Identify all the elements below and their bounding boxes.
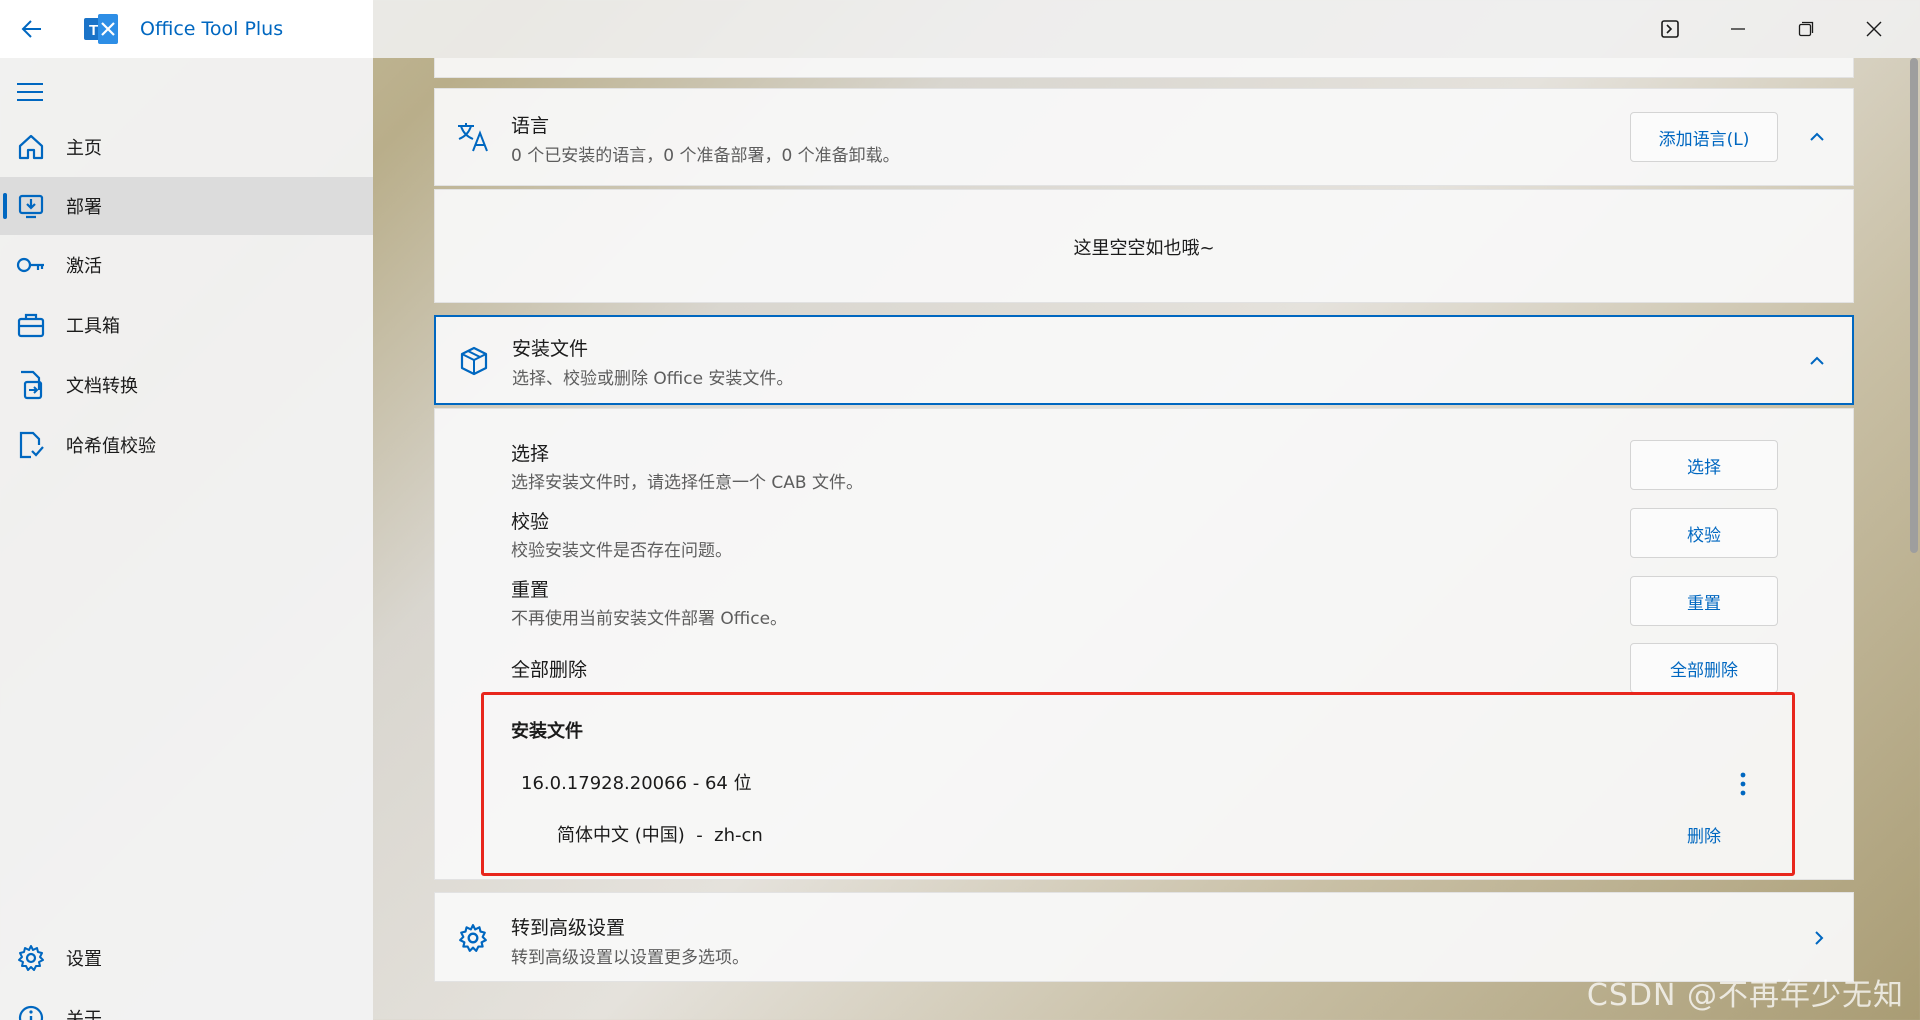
verify-button[interactable]: 校验 — [1630, 508, 1778, 558]
advanced-settings-title: 转到高级设置 — [511, 917, 626, 939]
info-icon — [16, 1003, 46, 1020]
chevron-up-icon[interactable] — [1805, 349, 1829, 373]
add-language-button[interactable]: 添加语言(L) — [1630, 112, 1778, 162]
hamburger-icon — [17, 83, 43, 101]
sidebar-item-label: 工具箱 — [66, 316, 120, 337]
home-icon — [16, 132, 46, 162]
advanced-settings-subtitle: 转到高级设置以设置更多选项。 — [511, 948, 749, 968]
install-files-title: 安装文件 — [512, 338, 589, 360]
advanced-settings-card[interactable]: 转到高级设置 转到高级设置以设置更多选项。 — [434, 892, 1854, 982]
sidebar-item-about[interactable]: 关于 — [0, 989, 373, 1020]
restore-button[interactable] — [1772, 0, 1840, 58]
app-title: Office Tool Plus — [140, 18, 284, 40]
back-arrow-icon — [21, 20, 41, 38]
delete-all-button[interactable]: 全部删除 — [1630, 643, 1778, 693]
title-bar-left: T Office Tool Plus — [0, 0, 373, 58]
sidebar-item-label: 文档转换 — [66, 376, 138, 397]
row-select-subtitle: 选择安装文件时，请选择任意一个 CAB 文件。 — [511, 473, 863, 493]
clipped-panel — [434, 58, 1854, 78]
sidebar-item-hash[interactable]: 哈希值校验 — [0, 416, 373, 474]
toolbox-icon — [16, 310, 46, 340]
gear-icon — [455, 920, 491, 956]
chevron-up-icon[interactable] — [1805, 125, 1829, 149]
app-logo-text: T — [89, 22, 98, 39]
title-bar-controls — [373, 0, 1920, 58]
row-select-title: 选择 — [511, 443, 550, 465]
convert-icon — [16, 370, 46, 400]
row-reset-title: 重置 — [511, 579, 550, 601]
gear-icon — [16, 943, 46, 973]
sidebar-item-label: 激活 — [66, 256, 102, 277]
scrollbar-thumb[interactable] — [1910, 58, 1918, 553]
hash-check-icon — [16, 430, 46, 460]
sidebar-item-convert[interactable]: 文档转换 — [0, 356, 373, 414]
terminal-icon — [1661, 20, 1679, 38]
row-verify-subtitle: 校验安装文件是否存在问题。 — [511, 541, 732, 561]
sidebar-item-home[interactable]: 主页 — [0, 118, 373, 176]
highlight-box — [481, 692, 1795, 876]
sidebar-item-activate[interactable]: 激活 — [0, 236, 373, 294]
reset-button[interactable]: 重置 — [1630, 576, 1778, 626]
title-bar: T Office Tool Plus — [0, 0, 1920, 58]
active-indicator — [3, 193, 7, 219]
empty-state-text: 这里空空如也哦~ — [1073, 238, 1215, 259]
install-files-subtitle: 选择、校验或删除 Office 安装文件。 — [512, 369, 794, 389]
row-reset-subtitle: 不再使用当前安装文件部署 Office。 — [511, 609, 788, 629]
sidebar-item-label: 关于 — [66, 1009, 102, 1020]
row-delete-all-title: 全部删除 — [511, 659, 588, 681]
sidebar-item-label: 设置 — [66, 949, 102, 970]
vertical-scrollbar[interactable] — [1906, 58, 1920, 1020]
chevron-right-icon[interactable] — [1807, 926, 1831, 950]
terminal-button[interactable] — [1636, 0, 1704, 58]
key-icon — [16, 250, 46, 280]
row-verify-title: 校验 — [511, 511, 550, 533]
deploy-icon — [16, 191, 46, 221]
sidebar-item-label: 主页 — [66, 138, 102, 159]
install-files-section-header[interactable]: 安装文件 选择、校验或删除 Office 安装文件。 — [434, 315, 1854, 405]
sidebar-item-label: 哈希值校验 — [66, 436, 156, 457]
language-section-body: 这里空空如也哦~ — [434, 189, 1854, 303]
back-button[interactable] — [0, 0, 64, 58]
close-icon — [1866, 21, 1882, 37]
watermark: CSDN @不再年少无知 — [1586, 978, 1904, 1013]
sidebar-item-settings[interactable]: 设置 — [0, 929, 373, 987]
sidebar-item-label: 部署 — [66, 197, 102, 218]
restore-icon — [1798, 21, 1814, 37]
package-icon — [456, 343, 492, 379]
app-logo-icon: T — [84, 14, 118, 44]
sidebar: 主页 部署 激活 工具箱 文档转换 哈希值校验 设置 关于 — [0, 58, 373, 1020]
select-button[interactable]: 选择 — [1630, 440, 1778, 490]
language-section-title: 语言 — [511, 115, 550, 137]
minimize-icon — [1731, 28, 1745, 30]
close-button[interactable] — [1840, 0, 1908, 58]
language-section-header[interactable]: 语言 0 个已安装的语言，0 个准备部署，0 个准备卸载。 添加语言(L) — [434, 88, 1854, 186]
translate-icon — [455, 119, 491, 155]
sidebar-item-deploy[interactable]: 部署 — [0, 177, 373, 235]
language-section-subtitle: 0 个已安装的语言，0 个准备部署，0 个准备卸载。 — [511, 146, 900, 166]
menu-toggle-button[interactable] — [14, 76, 46, 108]
sidebar-item-toolbox[interactable]: 工具箱 — [0, 296, 373, 354]
minimize-button[interactable] — [1704, 0, 1772, 58]
